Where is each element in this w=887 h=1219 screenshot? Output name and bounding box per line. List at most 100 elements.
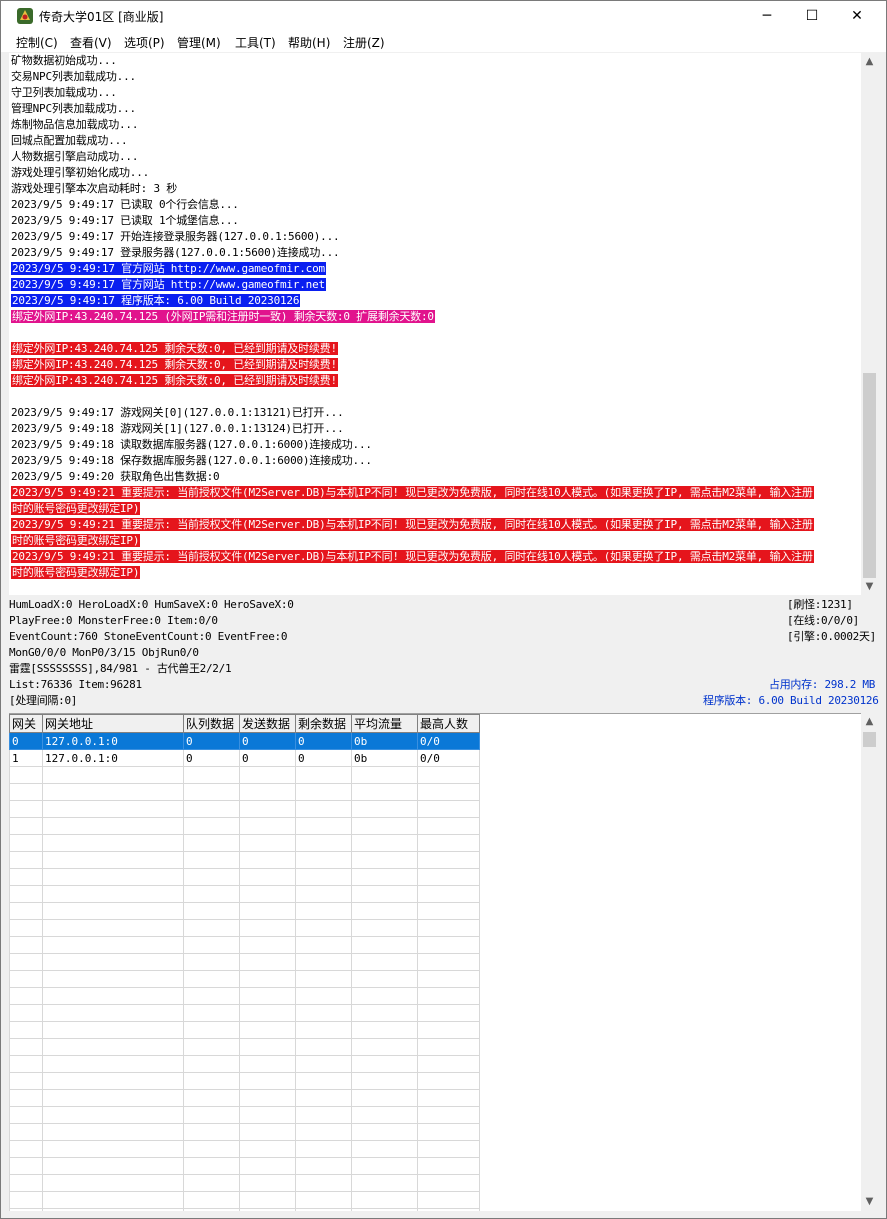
gateway-column-header[interactable]: 剩余数据 xyxy=(295,714,352,733)
gateway-row[interactable] xyxy=(9,1140,480,1158)
gateway-row[interactable] xyxy=(9,1106,480,1124)
gateway-cell xyxy=(351,1208,418,1211)
gateway-row[interactable] xyxy=(9,987,480,1005)
gateway-row[interactable] xyxy=(9,1021,480,1039)
log-line: 回城点配置加载成功... xyxy=(11,133,128,149)
log-scroll-thumb[interactable] xyxy=(863,373,876,578)
gateway-column-header[interactable]: 网关 xyxy=(9,714,43,733)
gateway-cell xyxy=(351,1174,418,1192)
gateway-column-header[interactable]: 最高人数 xyxy=(417,714,480,733)
gateway-grid[interactable]: 网关 网关地址 队列数据 发送数据 剩余数据 平均流量 最高人数 0 127.0.0.1:0 0… xyxy=(9,713,861,1211)
gateway-row[interactable]: 0 127.0.0.1:0 0 0 0 0b 0/0 xyxy=(9,732,480,750)
gateway-cell xyxy=(42,1174,184,1192)
gateway-cell xyxy=(9,902,43,920)
gateway-column-header[interactable]: 平均流量 xyxy=(351,714,418,733)
menu-view[interactable]: 查看(V) xyxy=(70,34,112,51)
menu-register[interactable]: 注册(Z) xyxy=(343,34,385,51)
gateway-row[interactable] xyxy=(9,1174,480,1192)
log-scrollbar[interactable]: ▲ ▼ xyxy=(861,53,878,595)
gateway-cell xyxy=(295,834,352,852)
gateway-cell xyxy=(295,902,352,920)
gateway-row[interactable] xyxy=(9,1089,480,1107)
gateway-cell xyxy=(239,834,296,852)
maximize-button[interactable]: ☐ xyxy=(789,1,835,31)
gateway-row[interactable] xyxy=(9,800,480,818)
log-line: 管理NPC列表加载成功... xyxy=(11,101,136,117)
log-output[interactable]: 矿物数据初始成功... 交易NPC列表加载成功... 守卫列表加载成功... 管理NP… xyxy=(9,53,861,595)
gateway-cell xyxy=(239,1191,296,1209)
gateway-row[interactable] xyxy=(9,783,480,801)
gateway-cell xyxy=(351,1004,418,1022)
gateway-cell xyxy=(239,1140,296,1158)
grid-scroll-up-arrow-icon[interactable]: ▲ xyxy=(861,713,878,730)
close-button[interactable]: ✕ xyxy=(834,1,880,31)
gateway-row[interactable] xyxy=(9,1038,480,1056)
scroll-up-arrow-icon[interactable]: ▲ xyxy=(861,53,878,70)
gateway-row[interactable] xyxy=(9,953,480,971)
scroll-down-arrow-icon[interactable]: ▼ xyxy=(861,578,878,595)
gateway-row[interactable] xyxy=(9,936,480,954)
gateway-cell xyxy=(351,1157,418,1175)
log-line-text: 交易NPC列表加载成功... xyxy=(11,70,136,83)
log-line: 时的账号密码更改绑定IP) xyxy=(11,501,141,517)
gateway-row[interactable] xyxy=(9,885,480,903)
menu-manage[interactable]: 管理(M) xyxy=(177,34,221,51)
menu-help[interactable]: 帮助(H) xyxy=(288,34,330,51)
gateway-row[interactable] xyxy=(9,851,480,869)
gateway-cell xyxy=(183,902,240,920)
status-refresh-monsters: [刷怪:1231] xyxy=(787,598,853,611)
gateway-cell xyxy=(239,1055,296,1073)
menu-tools[interactable]: 工具(T) xyxy=(235,34,276,51)
gateway-row[interactable] xyxy=(9,766,480,784)
gateway-row[interactable] xyxy=(9,834,480,852)
grid-scrollbar[interactable]: ▲ ▼ xyxy=(861,713,878,1210)
gateway-column-header[interactable]: 网关地址 xyxy=(42,714,184,733)
gateway-row[interactable] xyxy=(9,1157,480,1175)
log-line: 2023/9/5 9:49:17 已读取 1个城堡信息... xyxy=(11,213,239,229)
gateway-cell xyxy=(351,851,418,869)
gateway-cell xyxy=(417,1004,480,1022)
gateway-cell xyxy=(239,953,296,971)
log-line: 2023/9/5 9:49:17 游戏网关[0](127.0.0.1:13121… xyxy=(11,405,344,421)
gateway-cell xyxy=(42,1191,184,1209)
gateway-row[interactable] xyxy=(9,902,480,920)
status-memory: 占用内存: 298.2 MB xyxy=(769,678,876,691)
gateway-cell xyxy=(239,1174,296,1192)
gateway-row[interactable] xyxy=(9,817,480,835)
gateway-cell: 0 xyxy=(183,732,240,750)
gateway-cell xyxy=(42,1157,184,1175)
menu-options[interactable]: 选项(P) xyxy=(124,34,165,51)
gateway-row[interactable] xyxy=(9,1208,480,1211)
gateway-row[interactable] xyxy=(9,868,480,886)
gateway-row[interactable] xyxy=(9,970,480,988)
grid-scroll-thumb[interactable] xyxy=(863,732,876,747)
gateway-row[interactable] xyxy=(9,1055,480,1073)
status-event-count: EventCount:760 StoneEventCount:0 EventFr… xyxy=(9,630,288,643)
gateway-cell xyxy=(295,885,352,903)
gateway-row[interactable] xyxy=(9,1072,480,1090)
gateway-column-header[interactable]: 队列数据 xyxy=(183,714,240,733)
gateway-cell xyxy=(42,936,184,954)
log-line: 绑定外网IP:43.240.74.125 剩余天数:0, 已经到期请及时续费! xyxy=(11,341,338,357)
title-bar[interactable]: 传奇大学01区 [商业版] ─ ☐ ✕ xyxy=(1,1,886,31)
status-hum-load: HumLoadX:0 HeroLoadX:0 HumSaveX:0 HeroSa… xyxy=(9,598,294,611)
gateway-header-row: 网关 网关地址 队列数据 发送数据 剩余数据 平均流量 最高人数 xyxy=(9,714,480,733)
gateway-row[interactable]: 1 127.0.0.1:0 0 0 0 0b 0/0 xyxy=(9,749,480,767)
gateway-cell xyxy=(239,1038,296,1056)
minimize-button[interactable]: ─ xyxy=(744,1,790,31)
grid-scroll-down-arrow-icon[interactable]: ▼ xyxy=(861,1193,878,1210)
menu-control[interactable]: 控制(C) xyxy=(16,34,58,51)
gateway-row[interactable] xyxy=(9,1123,480,1141)
gateway-row[interactable] xyxy=(9,919,480,937)
gateway-row[interactable] xyxy=(9,1004,480,1022)
gateway-cell xyxy=(183,1123,240,1141)
log-line: 2023/9/5 9:49:17 程序版本: 6.00 Build 202301… xyxy=(11,293,301,309)
log-line-text: 2023/9/5 9:49:20 获取角色出售数据:0 xyxy=(11,470,220,483)
status-monster-info: 雷霆[SSSSSSSS],84/981 - 古代兽王2/2/1 xyxy=(9,662,232,675)
gateway-row[interactable] xyxy=(9,1191,480,1209)
log-line: 游戏处理引擎初始化成功... xyxy=(11,165,149,181)
gateway-column-header[interactable]: 发送数据 xyxy=(239,714,296,733)
gateway-cell xyxy=(417,834,480,852)
log-line-text: 回城点配置加载成功... xyxy=(11,134,128,147)
gateway-cell xyxy=(417,1208,480,1211)
